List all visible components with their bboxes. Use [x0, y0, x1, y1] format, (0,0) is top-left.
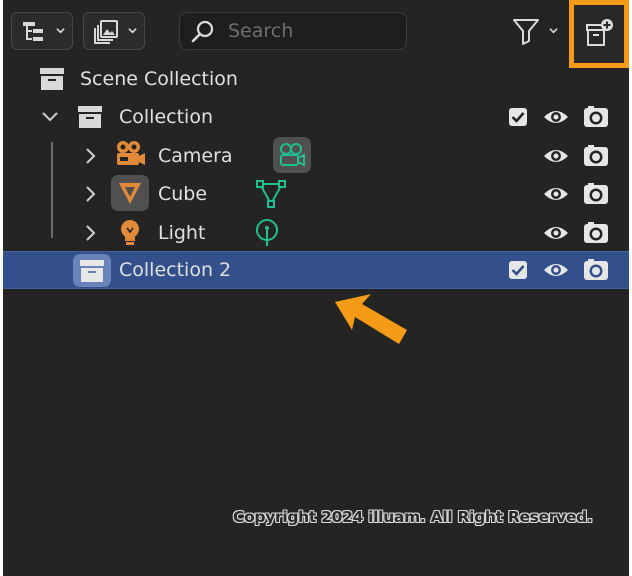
camera-data-icon: [280, 143, 305, 167]
chevron-down-icon: [56, 28, 65, 34]
eye-icon[interactable]: [542, 259, 570, 281]
tree-row-cube[interactable]: Cube: [3, 175, 629, 213]
light-data-icon: [256, 219, 278, 246]
cube-object-button[interactable]: [111, 175, 149, 211]
collection-2-icon-badge: [73, 254, 111, 287]
new-collection-icon: [586, 19, 613, 46]
tree-row-camera[interactable]: Camera: [3, 137, 629, 175]
light-object-icon: [121, 220, 139, 245]
camera-render-icon[interactable]: [583, 221, 609, 245]
eye-icon[interactable]: [542, 106, 570, 128]
chevron-down-icon: [128, 28, 137, 34]
eye-icon[interactable]: [542, 222, 570, 244]
eye-icon[interactable]: [542, 183, 570, 205]
camera-render-icon[interactable]: [583, 258, 609, 282]
light-label: Light: [158, 222, 206, 244]
exclude-checkbox[interactable]: [508, 107, 528, 127]
search-input[interactable]: [228, 19, 398, 43]
chevron-right-icon[interactable]: [85, 147, 97, 165]
collection-icon: [78, 106, 102, 128]
copyright-watermark: Copyright 2024 illuam. All Right Reserve…: [233, 508, 593, 526]
eye-icon[interactable]: [542, 145, 570, 167]
annotation-arrow-icon: [335, 294, 407, 344]
exclude-checkbox[interactable]: [508, 260, 528, 280]
filter-type-dropdown[interactable]: [83, 12, 145, 50]
collection-label: Collection: [119, 106, 213, 128]
chevron-right-icon[interactable]: [85, 224, 97, 242]
collection-2-label: Collection 2: [119, 259, 232, 281]
filter-dropdown[interactable]: [511, 14, 561, 48]
camera-label: Camera: [158, 145, 233, 167]
scene-collection-label: Scene Collection: [80, 68, 238, 90]
tree-row-scene-collection[interactable]: Scene Collection: [3, 60, 629, 98]
camera-render-icon[interactable]: [583, 144, 609, 168]
camera-render-icon[interactable]: [583, 105, 609, 129]
camera-data-button[interactable]: [273, 137, 311, 173]
camera-render-icon[interactable]: [583, 182, 609, 206]
new-collection-button[interactable]: [569, 0, 629, 68]
chevron-down-icon[interactable]: [41, 111, 59, 123]
outliner-tree-icon: [23, 22, 43, 41]
scene-collection-icon: [40, 68, 64, 90]
search-field[interactable]: [179, 12, 407, 50]
chevron-right-icon[interactable]: [85, 185, 97, 203]
tree-row-collection-2[interactable]: Collection 2: [3, 251, 629, 289]
mesh-data-icon: [256, 180, 286, 208]
tree-row-collection[interactable]: Collection: [3, 98, 629, 136]
display-mode-dropdown[interactable]: [11, 12, 73, 50]
chevron-down-icon: [549, 28, 558, 34]
search-icon: [191, 20, 214, 43]
funnel-icon: [513, 19, 539, 45]
outliner-panel: Scene Collection Collection: [3, 0, 629, 576]
camera-object-icon: [117, 141, 145, 165]
image-stack-icon: [94, 20, 118, 44]
collection-icon: [80, 260, 104, 282]
cube-label: Cube: [158, 183, 208, 205]
mesh-object-icon: [119, 183, 141, 204]
tree-row-light[interactable]: Light: [3, 214, 629, 252]
